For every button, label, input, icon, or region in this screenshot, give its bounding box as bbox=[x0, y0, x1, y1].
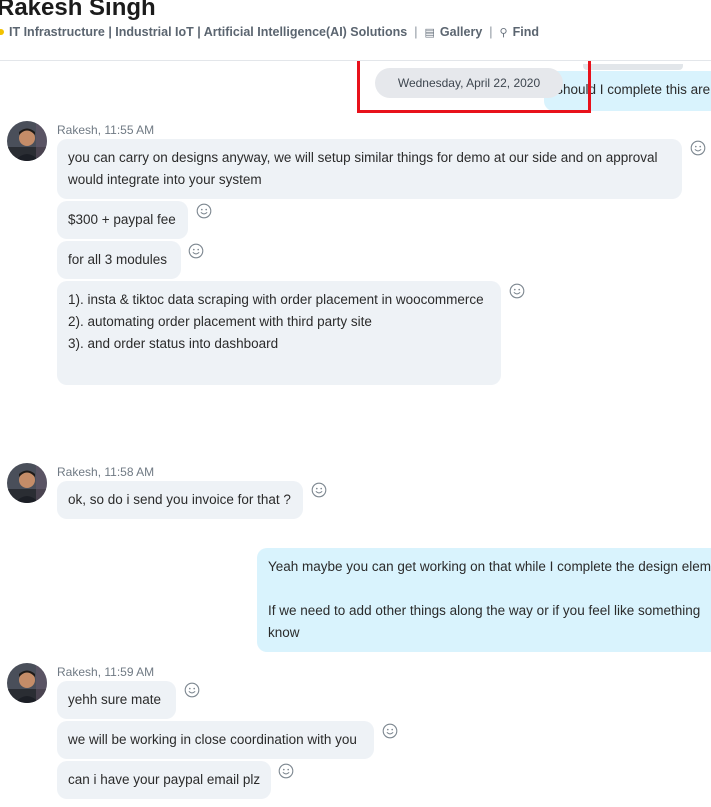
smiley-react-icon[interactable] bbox=[509, 283, 525, 299]
smiley-react-icon[interactable] bbox=[278, 763, 294, 779]
smiley-react-icon[interactable] bbox=[196, 203, 212, 219]
search-icon: ⚲ bbox=[499, 27, 508, 39]
divider: | bbox=[414, 25, 418, 39]
smiley-react-icon[interactable] bbox=[690, 140, 706, 156]
sender-timestamp: Rakesh, 11:58 AM bbox=[57, 465, 155, 479]
message-text: yehh sure mate bbox=[68, 692, 162, 707]
incoming-message[interactable]: we will be working in close coordination… bbox=[57, 721, 374, 759]
message-text bbox=[268, 578, 700, 600]
message-text: 3). and order status into dashboard bbox=[68, 336, 279, 351]
avatar[interactable] bbox=[7, 663, 47, 703]
gallery-label: Gallery bbox=[439, 25, 483, 39]
outgoing-message[interactable]: Yeah maybe you can get working on that w… bbox=[257, 548, 711, 652]
message-text: can i have your paypal email plz bbox=[68, 772, 261, 787]
incoming-message[interactable]: can i have your paypal email plz bbox=[57, 761, 271, 799]
incoming-message[interactable]: yehh sure mate bbox=[57, 681, 176, 719]
message-edge bbox=[583, 64, 683, 70]
divider: | bbox=[489, 25, 493, 39]
smiley-react-icon[interactable] bbox=[311, 482, 327, 498]
incoming-message[interactable]: ok, so do i send you invoice for that ? bbox=[57, 481, 303, 519]
message-text: we will be working in close coordination… bbox=[68, 732, 357, 747]
incoming-message[interactable]: for all 3 modules bbox=[57, 241, 181, 279]
status-dot-icon bbox=[0, 29, 4, 35]
header-subrow: IT Infrastructure | Industrial IoT | Art… bbox=[0, 25, 539, 39]
message-text: you can carry on designs anyway, we will… bbox=[68, 150, 658, 165]
contact-name[interactable]: Rakesh Singh bbox=[0, 0, 156, 22]
gallery-icon: ▤ bbox=[424, 27, 435, 39]
message-text: If we need to add other things along the… bbox=[268, 603, 701, 618]
mood-message: IT Infrastructure | Industrial IoT | Art… bbox=[9, 25, 408, 39]
message-text: $300 + paypal fee bbox=[68, 212, 176, 227]
find-button[interactable]: ⚲ Find bbox=[500, 25, 539, 39]
message-text: know bbox=[268, 625, 300, 640]
incoming-message[interactable]: $300 + paypal fee bbox=[57, 201, 188, 239]
smiley-react-icon[interactable] bbox=[188, 243, 204, 259]
find-label: Find bbox=[512, 25, 539, 39]
avatar[interactable] bbox=[7, 463, 47, 503]
gallery-button[interactable]: ▤ Gallery bbox=[425, 25, 483, 39]
incoming-message[interactable]: 1). insta & tiktoc data scraping with or… bbox=[57, 281, 501, 385]
incoming-message[interactable]: you can carry on designs anyway, we will… bbox=[57, 139, 682, 199]
message-text: 1). insta & tiktoc data scraping with or… bbox=[68, 292, 484, 307]
chat-header: Rakesh Singh IT Infrastructure | Industr… bbox=[0, 0, 711, 61]
message-text: Yeah maybe you can get working on that w… bbox=[268, 559, 711, 574]
message-text: 2). automating order placement with thir… bbox=[68, 314, 372, 329]
sender-timestamp: Rakesh, 11:55 AM bbox=[57, 123, 155, 137]
sender-timestamp: Rakesh, 11:59 AM bbox=[57, 665, 155, 679]
highlight-box bbox=[357, 61, 591, 113]
message-text: for all 3 modules bbox=[68, 252, 168, 267]
message-list[interactable]: Should I complete this are Wednesday, Ap… bbox=[0, 61, 711, 807]
smiley-react-icon[interactable] bbox=[382, 723, 398, 739]
message-text: ok, so do i send you invoice for that ? bbox=[68, 492, 291, 507]
avatar[interactable] bbox=[7, 121, 47, 161]
message-text: would integrate into your system bbox=[68, 172, 262, 187]
smiley-react-icon[interactable] bbox=[184, 682, 200, 698]
